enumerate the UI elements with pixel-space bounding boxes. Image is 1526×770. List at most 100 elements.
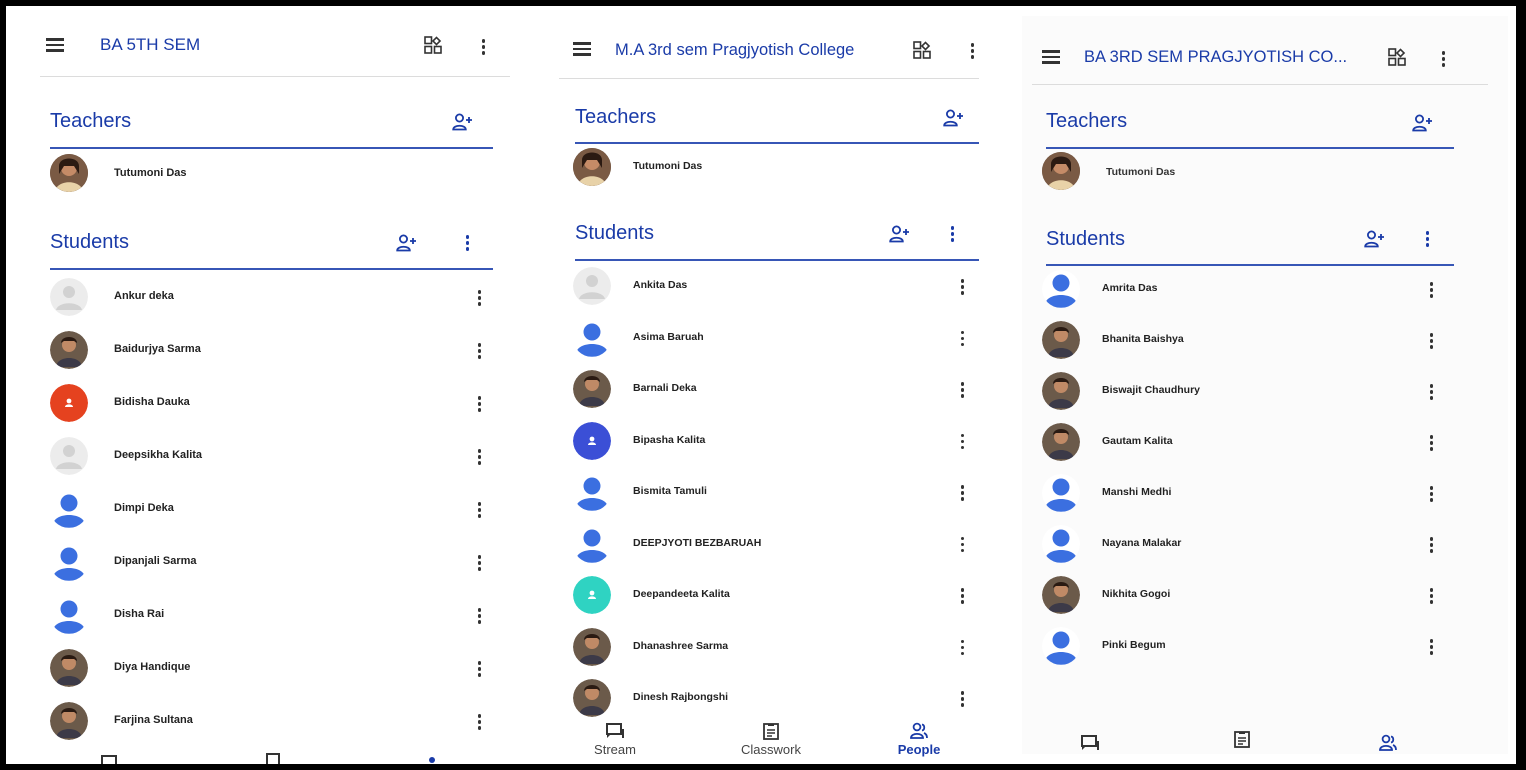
add-teacher-icon[interactable]	[452, 113, 474, 131]
add-teacher-icon[interactable]	[943, 109, 965, 127]
teacher-row[interactable]: Tutumoni Das	[1042, 152, 1442, 192]
stream-icon[interactable]	[100, 754, 120, 764]
student-row[interactable]: Asima Baruah	[573, 318, 973, 359]
student-row[interactable]: Bismita Tamuli	[573, 473, 973, 513]
student-name: Bhanita Baishya	[1102, 333, 1184, 345]
student-row[interactable]: Gautam Kalita	[1042, 423, 1442, 463]
student-row[interactable]: Diya Handique	[50, 649, 490, 689]
menu-icon[interactable]	[1042, 50, 1060, 64]
student-row[interactable]: Deepandeeta Kalita	[573, 576, 973, 616]
student-row[interactable]: Barnali Deka	[573, 370, 973, 410]
student-row[interactable]: Ankur deka	[50, 278, 490, 318]
student-name: Deepandeeta Kalita	[633, 588, 730, 600]
student-row[interactable]: Dinesh Rajbongshi	[573, 679, 973, 719]
student-more-icon[interactable]	[1424, 638, 1438, 656]
student-name: Dinesh Rajbongshi	[633, 691, 729, 703]
avatar	[1042, 372, 1080, 410]
students-more-icon[interactable]	[945, 225, 959, 243]
student-more-icon[interactable]	[472, 448, 486, 466]
student-more-icon[interactable]	[1424, 434, 1438, 452]
people-icon[interactable]	[1378, 734, 1398, 752]
student-more-icon[interactable]	[955, 433, 969, 451]
student-more-icon[interactable]	[955, 639, 969, 657]
student-row[interactable]: Pinki Begum	[1042, 627, 1442, 667]
student-more-icon[interactable]	[1424, 332, 1438, 350]
student-more-icon[interactable]	[472, 607, 486, 625]
student-more-icon[interactable]	[1424, 383, 1438, 401]
menu-icon[interactable]	[46, 38, 64, 52]
student-row[interactable]: Dimpi Deka	[50, 490, 490, 530]
add-student-icon[interactable]	[1364, 230, 1386, 248]
student-row[interactable]: Manshi Medhi	[1042, 474, 1442, 514]
classwork-icon[interactable]	[1232, 730, 1252, 748]
student-row[interactable]: Bhanita Baishya	[1042, 321, 1442, 361]
student-row[interactable]: Disha Rai	[50, 596, 490, 636]
student-more-icon[interactable]	[1424, 587, 1438, 605]
student-more-icon[interactable]	[955, 330, 969, 348]
student-name: Ankita Das	[633, 279, 688, 291]
student-more-icon[interactable]	[955, 381, 969, 399]
teacher-row[interactable]: Tutumoni Das	[50, 154, 490, 194]
student-row[interactable]: Farjina Sultana	[50, 702, 490, 742]
avatar	[573, 318, 611, 357]
student-row[interactable]: Nayana Malakar	[1042, 525, 1442, 565]
nav-classwork[interactable]: Classwork	[729, 722, 813, 757]
add-student-icon[interactable]	[396, 234, 418, 252]
students-more-icon[interactable]	[460, 234, 474, 252]
student-row[interactable]: Deepsikha Kalita	[50, 437, 490, 477]
student-name: Manshi Medhi	[1102, 486, 1172, 498]
divider	[1046, 147, 1454, 149]
student-more-icon[interactable]	[472, 660, 486, 678]
class-grid-icon[interactable]	[913, 41, 931, 59]
student-more-icon[interactable]	[472, 395, 486, 413]
student-more-icon[interactable]	[1424, 536, 1438, 554]
classwork-icon	[763, 723, 779, 740]
student-row[interactable]: Bipasha Kalita	[573, 421, 973, 462]
nav-label: Stream	[594, 742, 636, 757]
classwork-icon[interactable]	[263, 752, 283, 764]
add-teacher-icon[interactable]	[1412, 114, 1434, 132]
more-options-icon[interactable]	[965, 42, 979, 60]
student-more-icon[interactable]	[472, 554, 486, 572]
menu-icon[interactable]	[573, 42, 591, 56]
class-grid-icon[interactable]	[1388, 48, 1406, 66]
more-options-icon[interactable]	[476, 38, 490, 56]
student-more-icon[interactable]	[955, 484, 969, 502]
divider	[1046, 264, 1454, 266]
student-more-icon[interactable]	[472, 713, 486, 731]
add-student-icon[interactable]	[889, 225, 911, 243]
class-grid-icon[interactable]	[424, 36, 442, 54]
student-more-icon[interactable]	[1424, 485, 1438, 503]
student-row[interactable]: Amrita Das	[1042, 270, 1442, 310]
nav-stream[interactable]: Stream	[585, 722, 645, 757]
student-row[interactable]: Dhanashree Sarma	[573, 627, 973, 668]
student-row[interactable]: Baidurjya Sarma	[50, 331, 490, 371]
student-more-icon[interactable]	[955, 587, 969, 605]
app-bar: M.A 3rd sem Pragjyotish College	[549, 16, 979, 76]
teacher-name: Tutumoni Das	[633, 160, 703, 172]
divider	[40, 76, 510, 77]
student-more-icon[interactable]	[472, 501, 486, 519]
stream-icon[interactable]	[1080, 734, 1100, 752]
student-more-icon[interactable]	[1424, 281, 1438, 299]
student-row[interactable]: Biswajit Chaudhury	[1042, 372, 1442, 412]
avatar	[573, 576, 611, 614]
student-more-icon[interactable]	[955, 536, 969, 554]
student-more-icon[interactable]	[955, 278, 969, 296]
student-row[interactable]: Nikhita Gogoi	[1042, 576, 1442, 616]
more-options-icon[interactable]	[1436, 50, 1450, 68]
student-more-icon[interactable]	[955, 690, 969, 708]
student-row[interactable]: Bidisha Dauka	[50, 384, 490, 424]
students-more-icon[interactable]	[1420, 230, 1434, 248]
teacher-row[interactable]: Tutumoni Das	[573, 148, 973, 188]
student-name: Dhanashree Sarma	[633, 639, 729, 652]
student-row[interactable]: Ankita Das	[573, 267, 973, 307]
student-row[interactable]: Dipanjali Sarma	[50, 543, 490, 583]
student-more-icon[interactable]	[472, 289, 486, 307]
nav-people[interactable]: People	[889, 722, 949, 757]
student-more-icon[interactable]	[472, 342, 486, 360]
avatar	[1042, 321, 1080, 359]
people-icon[interactable]	[424, 754, 444, 764]
student-row[interactable]: DEEPJYOTI BEZBARUAH	[573, 524, 973, 565]
student-name: Dimpi Deka	[114, 502, 174, 514]
